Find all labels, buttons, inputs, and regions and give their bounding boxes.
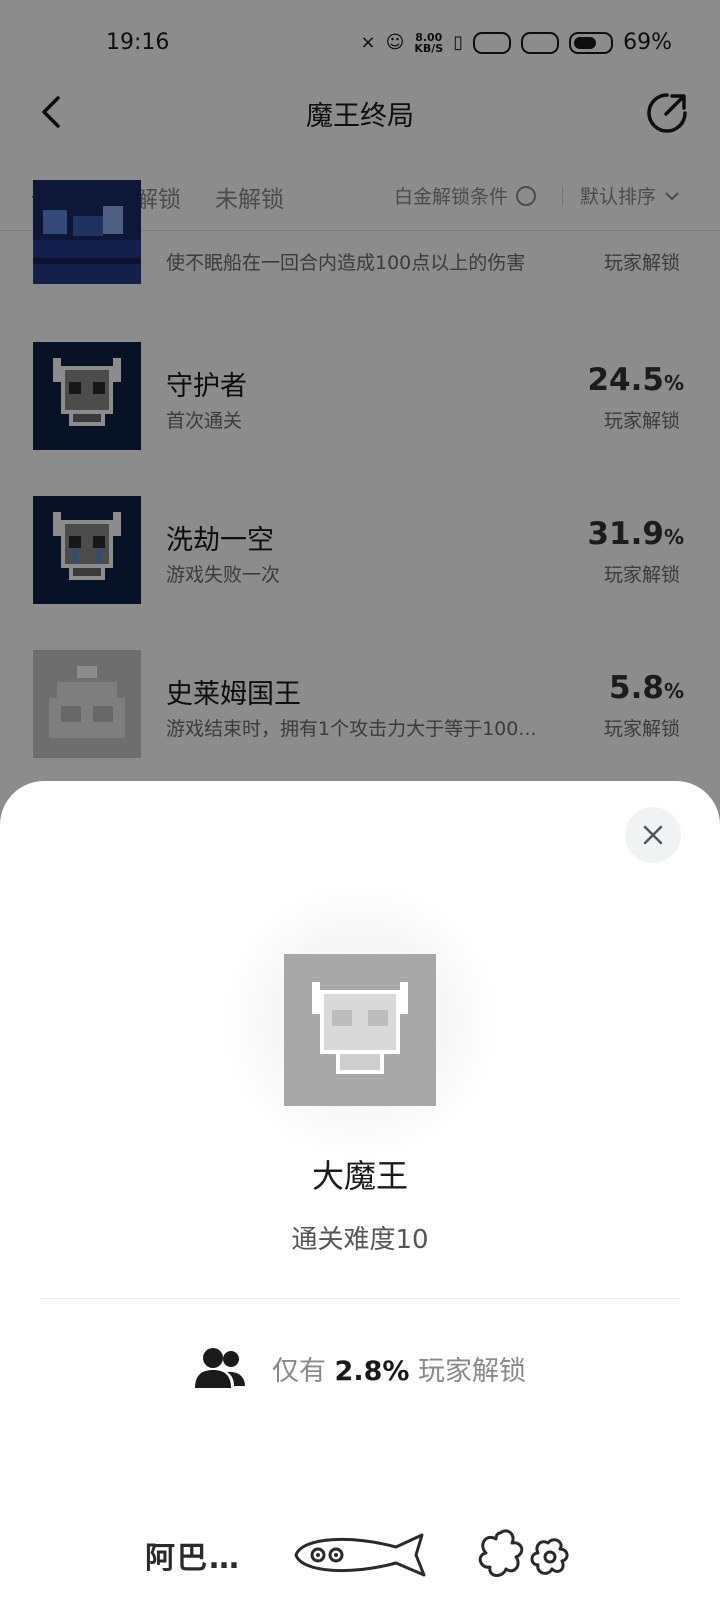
footer-doodle: 阿巴… (0, 1521, 720, 1591)
close-icon (643, 825, 663, 845)
unlock-stat-text: 仅有 2.8% 玩家解锁 (272, 1349, 526, 1388)
footer-text: 阿巴… (145, 1541, 241, 1576)
sheet-divider (40, 1298, 680, 1299)
flower-doodle-icon (478, 1529, 569, 1577)
achievement-detail-title: 大魔王 (311, 1157, 408, 1195)
stat-value: 2.8% (334, 1355, 410, 1387)
demon-king-badge-icon (284, 954, 436, 1106)
unlock-stat: 仅有 2.8% 玩家解锁 (0, 1346, 720, 1390)
achievement-detail-condition: 通关难度10 (291, 1225, 429, 1255)
close-button[interactable] (625, 807, 681, 863)
users-icon (194, 1348, 245, 1388)
stat-prefix: 仅有 (271, 1355, 326, 1387)
fish-doodle-icon (294, 1533, 426, 1577)
achievement-detail-sheet: 大魔王 通关难度10 仅有 2.8% 玩家解锁 阿巴… (0, 781, 720, 1608)
stat-suffix: 玩家解锁 (418, 1355, 527, 1387)
